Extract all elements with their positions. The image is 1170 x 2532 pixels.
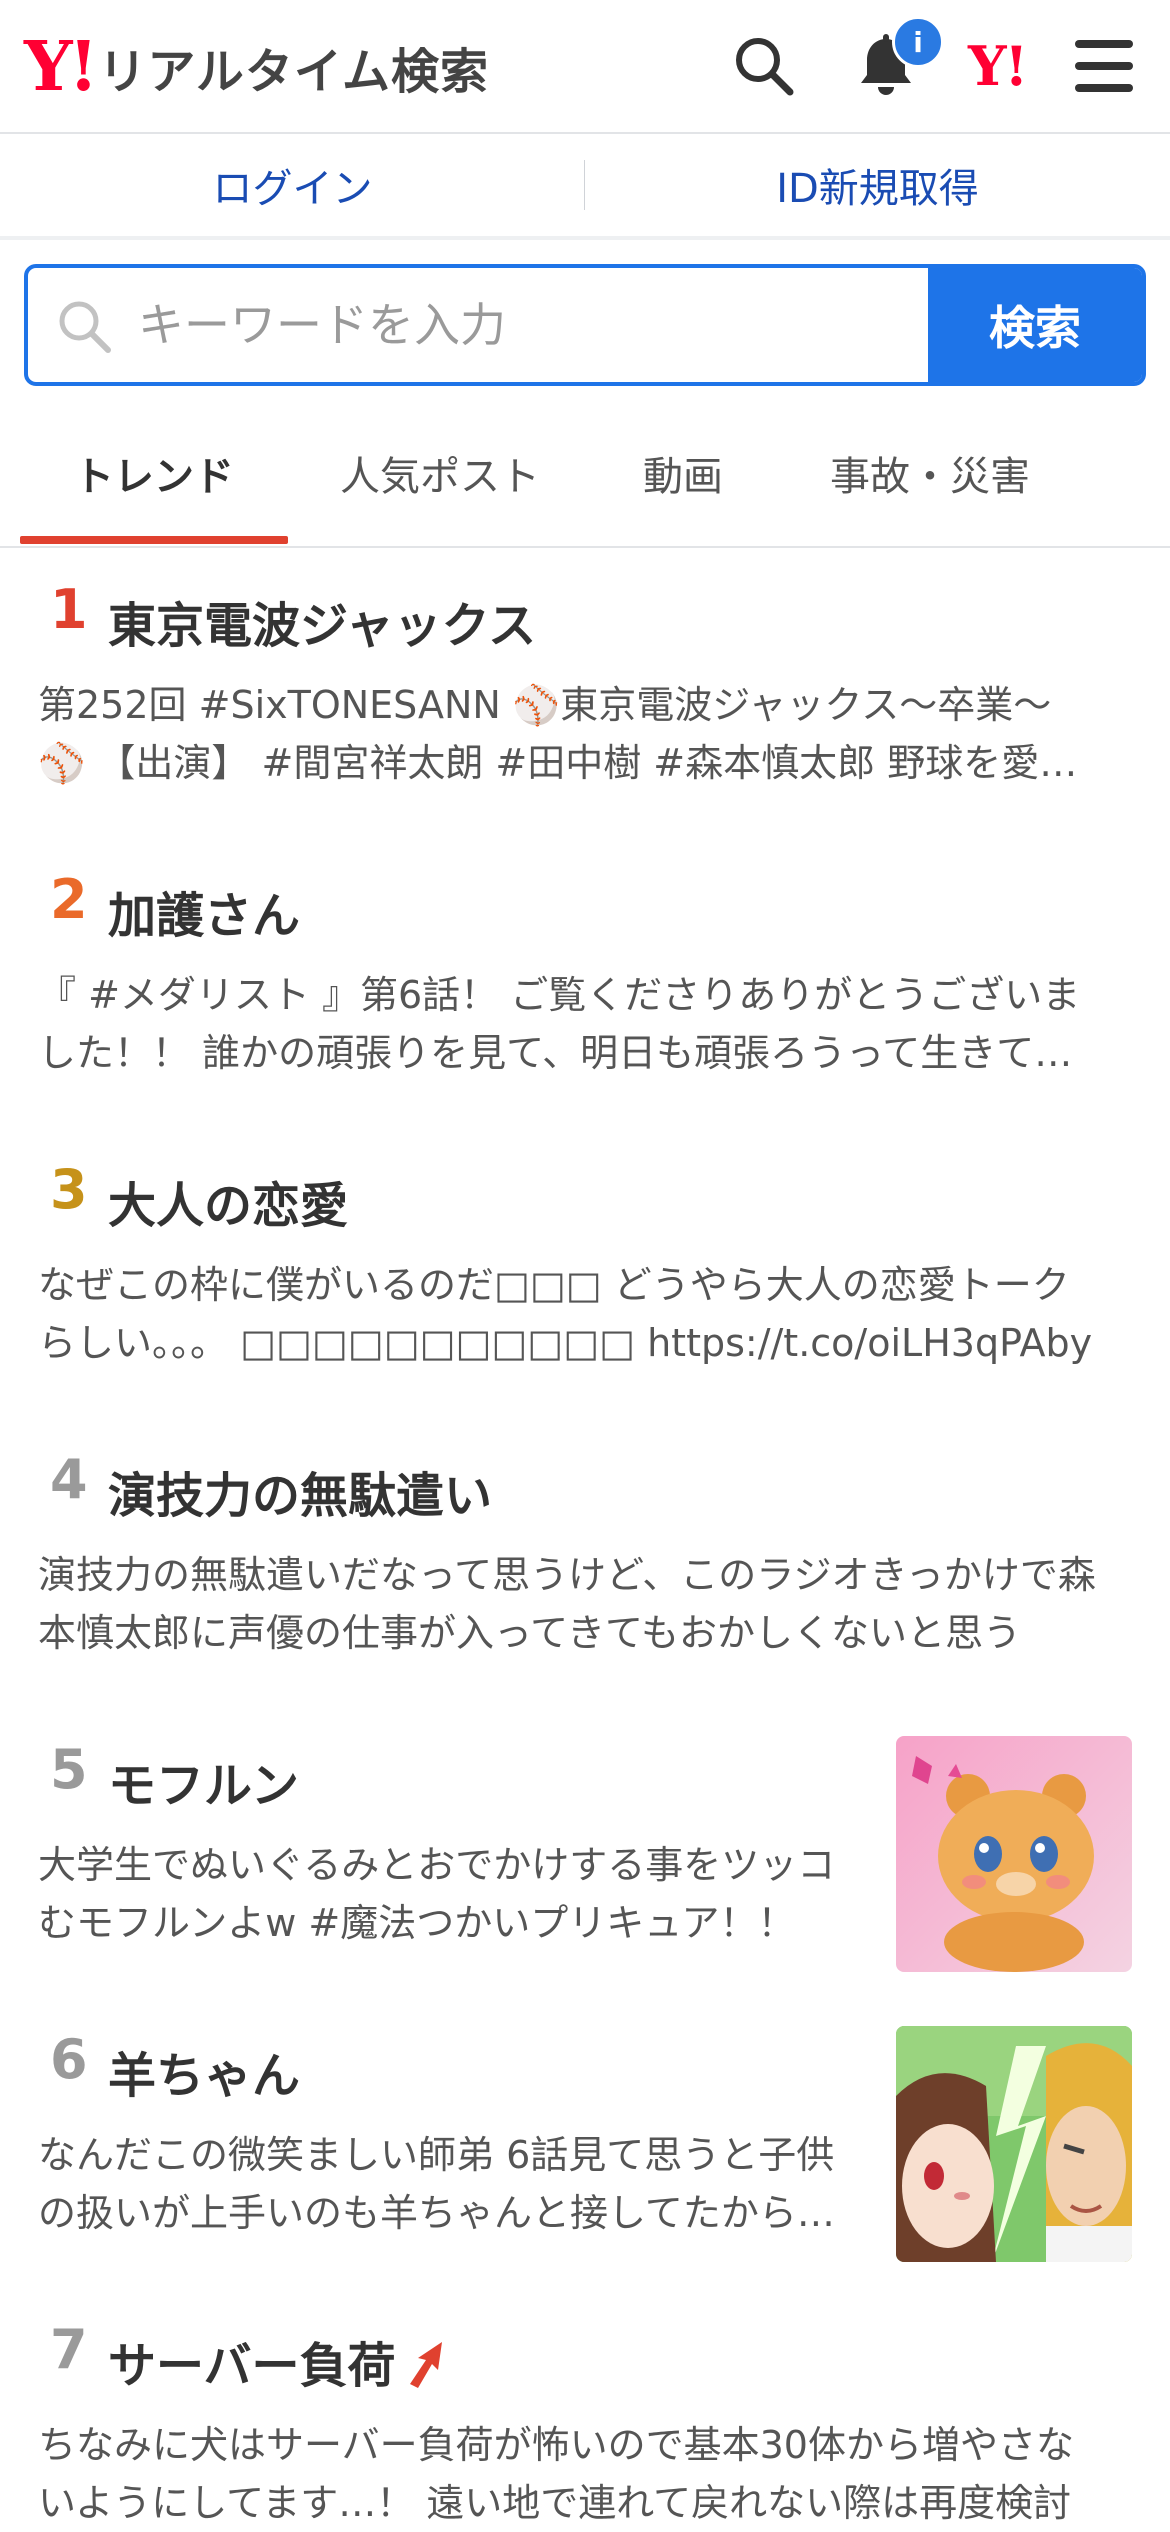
register-id-link[interactable]: ID新規取得 — [585, 134, 1170, 240]
trend-description: 演技力の無駄遣いだなって思うけど、このラジオきっかけで森本慎太郎に声優の仕事が入… — [38, 1553, 1096, 1655]
notification-badge: i — [892, 16, 944, 68]
yahoo-logo-mark: Y! — [24, 27, 98, 107]
search-box: 検索 — [24, 264, 1146, 386]
search-field-icon — [54, 296, 114, 360]
menu-hamburger-icon[interactable] — [1068, 30, 1140, 102]
anime-characters-thumbnail[interactable] — [896, 2026, 1132, 2262]
tab-trend[interactable]: トレンド — [20, 400, 288, 546]
trend-rank: 4 — [50, 1448, 88, 1511]
app-header: Y! リアルタイム検索 i Y! — [0, 0, 1170, 134]
trend-item-2[interactable]: 2 加護さん 『 #メダリスト 』第6話！ ご覧くださりありがとうございました！… — [0, 838, 1170, 1132]
yahoo-japan-icon[interactable]: Y! — [968, 34, 1028, 98]
trend-title[interactable]: 加護さん — [108, 876, 300, 946]
trend-rank: 5 — [50, 1738, 88, 1801]
tab-popular-posts[interactable]: 人気ポスト — [300, 400, 580, 546]
trend-description: ちなみに犬はサーバー負荷が怖いので基本30体から増やさないようにしてます…！ 遠… — [38, 2423, 1074, 2525]
trend-description: 大学生でぬいぐるみとおでかけする事をツッコむモフルンよw #魔法つかいプリキュア… — [38, 1843, 836, 1945]
trend-title[interactable]: モフルン — [108, 1746, 299, 1816]
search-icon[interactable] — [728, 30, 800, 102]
trend-title[interactable]: 東京電波ジャックス — [108, 586, 536, 656]
trend-item-4[interactable]: 4 演技力の無駄遣い 演技力の無駄遣いだなって思うけど、このラジオきっかけで森本… — [0, 1418, 1170, 1712]
tab-accidents-disasters[interactable]: 事故・災害 — [790, 400, 1070, 546]
trend-item-5[interactable]: 5 モフルン 大学生でぬいぐるみとおでかけする事をツッコむモフルンよw #魔法つ… — [0, 1708, 1170, 2002]
trend-title[interactable]: 羊ちゃん — [108, 2036, 300, 2106]
trend-item-7[interactable]: 7 サーバー負荷 ちなみに犬はサーバー負荷が怖いので基本30体から増やさないよう… — [0, 2288, 1170, 2532]
trend-item-6[interactable]: 6 羊ちゃん なんだこの微笑ましい師弟 6話見て思うと子供の扱いが上手いのも羊ち… — [0, 1998, 1170, 2292]
trend-description: なんだこの微笑ましい師弟 6話見て思うと子供の扱いが上手いのも羊ちゃんと接してた… — [38, 2133, 835, 2235]
trend-title[interactable]: 演技力の無駄遣い — [108, 1456, 492, 1526]
trend-rank: 3 — [50, 1158, 88, 1221]
rising-arrow-icon — [404, 2338, 450, 2392]
login-link[interactable]: ログイン — [0, 134, 585, 240]
trend-description: 『 #メダリスト 』第6話！ ご覧くださりありがとうございました！！ 誰かの頑張… — [38, 973, 1081, 1075]
trend-rank: 2 — [50, 868, 88, 931]
trend-rank: 7 — [50, 2318, 88, 2381]
trend-rank: 1 — [50, 578, 88, 641]
bear-character-thumbnail[interactable] — [896, 1736, 1132, 1972]
trend-description: なぜこの枠に僕がいるのだ□□□ どうやら大人の恋愛トークらしい。。。 □□□□□… — [38, 1263, 1093, 1365]
trend-rank: 6 — [50, 2028, 88, 2091]
active-tab-indicator — [20, 536, 288, 544]
search-input[interactable] — [138, 268, 938, 382]
trend-title[interactable]: サーバー負荷 — [108, 2326, 396, 2396]
tab-video[interactable]: 動画 — [590, 400, 776, 546]
logo-service-name: リアルタイム検索 — [98, 44, 489, 100]
category-tabs: トレンド 人気ポスト 動画 事故・災害 — [0, 400, 1170, 548]
login-bar: ログイン ID新規取得 — [0, 134, 1170, 240]
trend-description: 第252回 #SixTONESANN ⚾東京電波ジャックス〜卒業〜⚾ 【出演】 … — [38, 683, 1078, 785]
yahoo-realtime-logo[interactable]: Y! リアルタイム検索 — [24, 32, 489, 102]
search-button[interactable]: 検索 — [928, 268, 1142, 382]
trend-title[interactable]: 大人の恋愛 — [108, 1166, 348, 1236]
trend-item-3[interactable]: 3 大人の恋愛 なぜこの枠に僕がいるのだ□□□ どうやら大人の恋愛トークらしい。… — [0, 1128, 1170, 1422]
trend-item-1[interactable]: 1 東京電波ジャックス 第252回 #SixTONESANN ⚾東京電波ジャック… — [0, 548, 1170, 842]
